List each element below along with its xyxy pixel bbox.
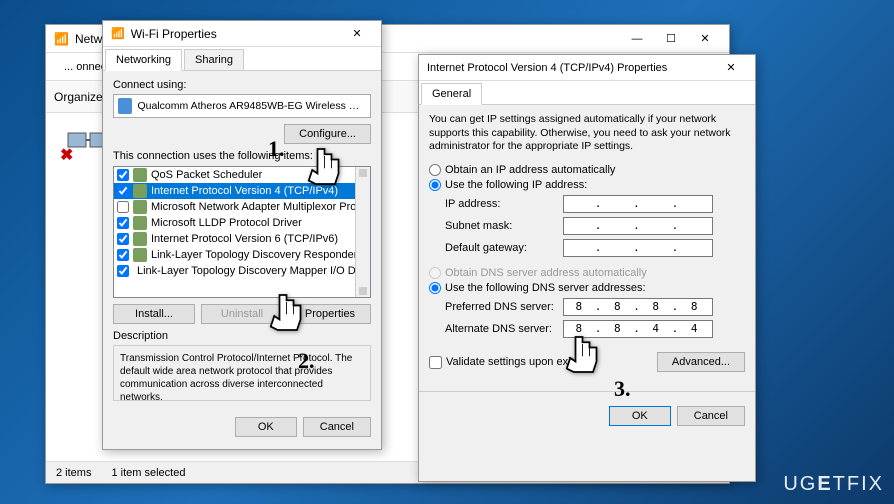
step-1-label: 1. <box>268 136 285 162</box>
ipv4-description: You can get IP settings assigned automat… <box>429 113 745 154</box>
preferred-dns-label: Preferred DNS server: <box>445 301 563 313</box>
connect-using-label: Connect using: <box>113 79 371 91</box>
use-dns-radio[interactable]: Use the following DNS server addresses: <box>429 282 745 294</box>
uninstall-button[interactable]: Uninstall <box>201 304 283 324</box>
properties-button[interactable]: Properties <box>289 304 371 324</box>
ipv4-titlebar: Internet Protocol Version 4 (TCP/IPv4) P… <box>419 55 755 81</box>
ipv4-properties-dialog: Internet Protocol Version 4 (TCP/IPv4) P… <box>418 54 756 482</box>
subnet-mask-label: Subnet mask: <box>445 220 563 232</box>
protocol-icon <box>133 232 147 246</box>
obtain-dns-radio[interactable]: Obtain DNS server address automatically <box>429 267 745 279</box>
alternate-dns-input[interactable] <box>563 320 713 338</box>
adapter-field: Qualcomm Atheros AR9485WB-EG Wireless Ne… <box>113 94 371 118</box>
organize-menu[interactable]: Organize <box>54 90 103 104</box>
tab-networking[interactable]: Networking <box>105 49 182 71</box>
list-item: Microsoft Network Adapter Multiplexor Pr… <box>114 199 370 215</box>
alternate-dns-label: Alternate DNS server: <box>445 323 563 335</box>
list-item: QoS Packet Scheduler <box>114 167 370 183</box>
protocol-icon <box>133 248 147 262</box>
minimize-button[interactable]: — <box>621 28 653 50</box>
description-text: Transmission Control Protocol/Internet P… <box>113 345 371 401</box>
preferred-dns-input[interactable] <box>563 298 713 316</box>
wifi-titlebar: 📶 Wi-Fi Properties ✕ <box>103 21 381 47</box>
scrollbar[interactable] <box>355 167 370 297</box>
validate-checkbox[interactable]: Validate settings upon exit <box>429 356 574 369</box>
list-item: Internet Protocol Version 6 (TCP/IPv6) <box>114 231 370 247</box>
ipv4-title: Internet Protocol Version 4 (TCP/IPv4) P… <box>427 62 715 74</box>
protocol-icon <box>133 200 147 214</box>
protocol-icon <box>133 168 147 182</box>
disabled-x-icon: ✖ <box>60 145 80 165</box>
advanced-button[interactable]: Advanced... <box>657 352 745 372</box>
watermark: UGETFIX <box>783 473 884 496</box>
cancel-button[interactable]: Cancel <box>303 417 371 437</box>
selected-count: 1 item selected <box>111 467 185 479</box>
wifi-properties-dialog: 📶 Wi-Fi Properties ✕ Networking Sharing … <box>102 20 382 450</box>
install-button[interactable]: Install... <box>113 304 195 324</box>
gateway-input[interactable] <box>563 239 713 257</box>
description-label: Description <box>113 330 371 342</box>
tab-general[interactable]: General <box>421 83 482 105</box>
list-item-selected: Internet Protocol Version 4 (TCP/IPv4) <box>114 183 370 199</box>
protocols-list[interactable]: QoS Packet Scheduler Internet Protocol V… <box>113 166 371 298</box>
close-button[interactable]: ✕ <box>689 28 721 50</box>
configure-button[interactable]: Configure... <box>284 124 371 144</box>
close-button[interactable]: ✕ <box>715 57 747 79</box>
use-ip-radio[interactable]: Use the following IP address: <box>429 179 745 191</box>
ok-button[interactable]: OK <box>235 417 297 437</box>
ip-address-input[interactable] <box>563 195 713 213</box>
step-3-label: 3. <box>614 376 631 402</box>
list-item: Link-Layer Topology Discovery Responder <box>114 247 370 263</box>
close-button[interactable]: ✕ <box>341 23 373 45</box>
step-2-label: 2. <box>298 348 315 374</box>
items-label: This connection uses the following items… <box>113 150 371 162</box>
tab-sharing[interactable]: Sharing <box>184 49 244 70</box>
gateway-label: Default gateway: <box>445 242 563 254</box>
wifi-tabs: Networking Sharing <box>103 47 381 71</box>
item-count: 2 items <box>56 467 91 479</box>
folder-icon: 📶 <box>54 32 69 46</box>
cancel-button[interactable]: Cancel <box>677 406 745 426</box>
adapter-name: Qualcomm Atheros AR9485WB-EG Wireless Ne… <box>138 100 367 112</box>
maximize-button[interactable]: ☐ <box>655 28 687 50</box>
subnet-mask-input[interactable] <box>563 217 713 235</box>
list-item: Link-Layer Topology Discovery Mapper I/O… <box>114 263 370 279</box>
ok-button[interactable]: OK <box>609 406 671 426</box>
protocol-icon <box>133 216 147 230</box>
wifi-title: Wi-Fi Properties <box>131 27 341 41</box>
ip-address-label: IP address: <box>445 198 563 210</box>
protocol-icon <box>133 184 147 198</box>
list-item: Microsoft LLDP Protocol Driver <box>114 215 370 231</box>
obtain-ip-radio[interactable]: Obtain an IP address automatically <box>429 164 745 176</box>
ipv4-tabs: General <box>419 81 755 105</box>
adapter-card-icon <box>118 98 132 114</box>
